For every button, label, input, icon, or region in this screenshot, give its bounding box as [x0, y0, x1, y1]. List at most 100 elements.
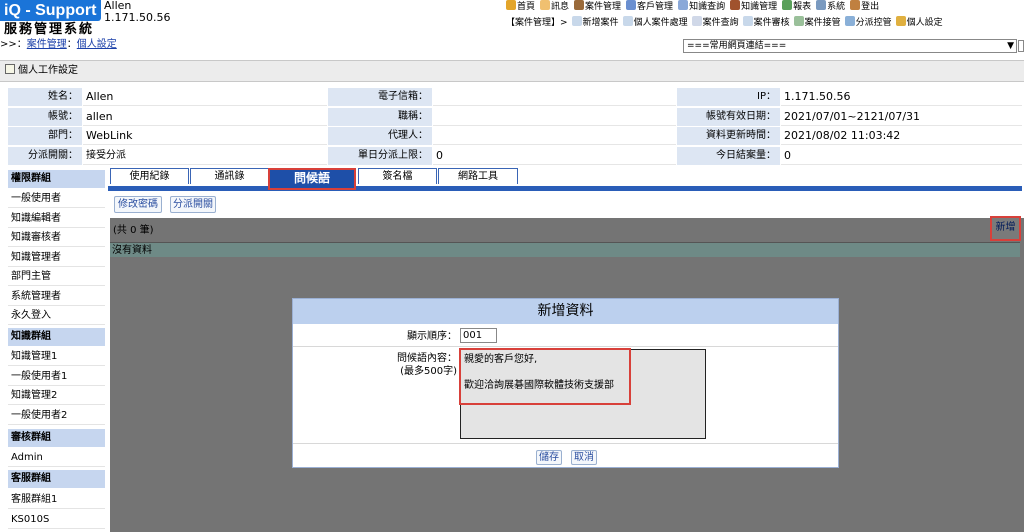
search-icon: [678, 0, 689, 10]
tab-signature[interactable]: 簽名檔: [358, 168, 437, 184]
group-header-knowledge: 知識群組: [8, 328, 105, 346]
dialog-divider: [293, 443, 838, 444]
nav-logout[interactable]: 登出: [850, 0, 879, 13]
breadcrumb-case-management[interactable]: 案件管理: [27, 39, 67, 50]
dialog-title: 新增資料: [293, 299, 838, 324]
record-count: (共 0 筆): [113, 225, 154, 236]
tab-greetings[interactable]: 問候語: [268, 168, 356, 190]
sub-nav-dispatch-control[interactable]: 分派控管: [844, 16, 892, 29]
nav-knowledge-search-label: 知識查詢: [689, 2, 726, 12]
tab-network-tools[interactable]: 網路工具: [438, 168, 518, 184]
home-icon: [506, 0, 516, 10]
sub-nav-new-case-label: 新增案件: [582, 18, 619, 28]
updated-value: 2021/08/02 11:03:42: [781, 127, 1022, 145]
empty-list-message: 沒有資料: [110, 242, 1020, 257]
profile-row: 分派開關： 接受分派 單日分派上限： 0 今日結案量： 0: [8, 146, 1022, 167]
ip-value: 1.171.50.56: [781, 88, 1022, 106]
breadcrumb-current-page[interactable]: 個人設定: [77, 39, 117, 50]
group-header-service: 客服群組: [8, 470, 105, 488]
profile-row: 帳號： allen 職稱： 帳號有效日期： 2021/07/01~2121/07…: [8, 107, 1022, 128]
case-icon: [574, 0, 585, 10]
sub-nav-case-review[interactable]: 案件審核: [742, 16, 790, 29]
sub-nav-case-review-label: 案件審核: [753, 18, 790, 28]
tab-address-book[interactable]: 通訊錄: [190, 168, 269, 184]
daily-limit-value: 0: [433, 146, 676, 165]
sub-nav-case-search-label: 案件查詢: [702, 18, 739, 28]
report-icon: [782, 0, 793, 10]
group-header-review: 審核群組: [8, 429, 105, 447]
breadcrumb-prefix: >>：: [0, 39, 27, 50]
sidebar-item: Admin: [8, 448, 105, 467]
system-icon: [816, 0, 827, 10]
save-button[interactable]: 儲存: [536, 450, 562, 465]
sidebar-item: 部門主管: [8, 267, 105, 286]
add-new-button[interactable]: 新增: [990, 216, 1021, 241]
dispatch-toggle-button[interactable]: 分派開關: [170, 196, 216, 213]
scroll-edge: [1018, 40, 1024, 52]
sub-nav-my-cases[interactable]: 個人案件處理: [622, 16, 688, 29]
today-count-label: 今日結案量：: [677, 146, 780, 165]
envelope-icon: [540, 0, 551, 10]
change-password-button[interactable]: 修改密碼: [114, 196, 162, 213]
updated-label: 資料更新時間：: [677, 127, 780, 145]
nav-knowledge-management[interactable]: 知識管理: [730, 0, 777, 13]
validity-value: 2021/07/01~2121/07/31: [781, 107, 1022, 126]
quick-links-selected: ===常用網頁連結===: [687, 41, 787, 51]
sidebar-item: KS010S: [8, 510, 105, 529]
breadcrumb: >>：案件管理：個人設定: [0, 39, 117, 51]
profile-info-table: 姓名： Allen 電子信箱： IP： 1.171.50.56 帳號： alle…: [8, 88, 1022, 166]
iq-support-logo[interactable]: iQ - Support: [0, 0, 101, 21]
order-label: 顯示順序：: [407, 331, 457, 342]
dispatch-value: 接受分派: [83, 146, 327, 165]
sidebar-item: 知識編輯者: [8, 209, 105, 228]
sidebar-item: 客服群組1: [8, 490, 105, 509]
sub-nav-personal-settings-label: 個人設定: [906, 18, 943, 28]
nav-case-management[interactable]: 案件管理: [574, 0, 621, 13]
tab-usage-log[interactable]: 使用紀錄: [110, 168, 189, 184]
sidebar-item: 知識管理者: [8, 248, 105, 267]
department-label: 部門：: [8, 127, 82, 145]
my-cases-icon: [622, 16, 633, 26]
sub-nav-case-takeover[interactable]: 案件接管: [793, 16, 841, 29]
search-icon: [691, 16, 702, 26]
dispatch-label: 分派開關：: [8, 146, 82, 165]
nav-system[interactable]: 系統: [816, 0, 845, 13]
takeover-icon: [793, 16, 804, 26]
logout-icon: [850, 0, 861, 10]
nav-reports[interactable]: 報表: [782, 0, 811, 13]
account-value: allen: [83, 107, 327, 126]
nav-knowledge-management-label: 知識管理: [741, 2, 778, 12]
order-input[interactable]: 001: [460, 328, 497, 343]
settings-tabs: 使用紀錄 通訊錄 問候語 簽名檔 網路工具: [108, 168, 1023, 190]
agent-value: [433, 127, 676, 145]
sub-navigation: 【案件管理】> 新增案件 個人案件處理 案件查詢 案件審核 案件接管 分派控管 個人設定: [506, 16, 1024, 28]
validity-label: 帳號有效日期：: [677, 107, 780, 126]
nav-home[interactable]: 首頁: [506, 0, 535, 13]
nav-customer-management-label: 客戶管理: [637, 2, 674, 12]
top-navigation: 首頁 訊息 案件管理 客戶管理 知識查詢 知識管理 報表 系統 登出: [506, 0, 1024, 12]
breadcrumb-separator: ：: [66, 39, 77, 50]
content-hint: (最多500字): [400, 366, 457, 377]
job-title-label: 職稱：: [328, 107, 432, 126]
nav-home-label: 首頁: [517, 2, 536, 12]
nav-messages-label: 訊息: [551, 2, 570, 12]
account-label: 帳號：: [8, 107, 82, 126]
profile-row: 部門： WebLink 代理人： 資料更新時間： 2021/08/02 11:0…: [8, 127, 1022, 147]
dialog-divider: [293, 346, 838, 347]
new-case-icon: [571, 16, 582, 26]
nav-messages[interactable]: 訊息: [540, 0, 569, 13]
sub-nav-case-search[interactable]: 案件查詢: [691, 16, 739, 29]
nav-knowledge-search[interactable]: 知識查詢: [678, 0, 725, 13]
personal-settings-icon: [895, 16, 906, 26]
group-header-permission: 權限群組: [8, 170, 105, 188]
sidebar-item: 知識審核者: [8, 228, 105, 247]
quick-links-select[interactable]: ===常用網頁連結=== ▼: [683, 39, 1017, 53]
cancel-button[interactable]: 取消: [571, 450, 597, 465]
sub-nav-personal-settings[interactable]: 個人設定: [895, 16, 943, 29]
sub-nav-new-case[interactable]: 新增案件: [571, 16, 619, 29]
agent-label: 代理人：: [328, 127, 432, 145]
review-icon: [742, 16, 753, 26]
dispatch-icon: [844, 16, 855, 26]
nav-customer-management[interactable]: 客戶管理: [626, 0, 673, 13]
sidebar-item: 一般使用者: [8, 189, 105, 208]
